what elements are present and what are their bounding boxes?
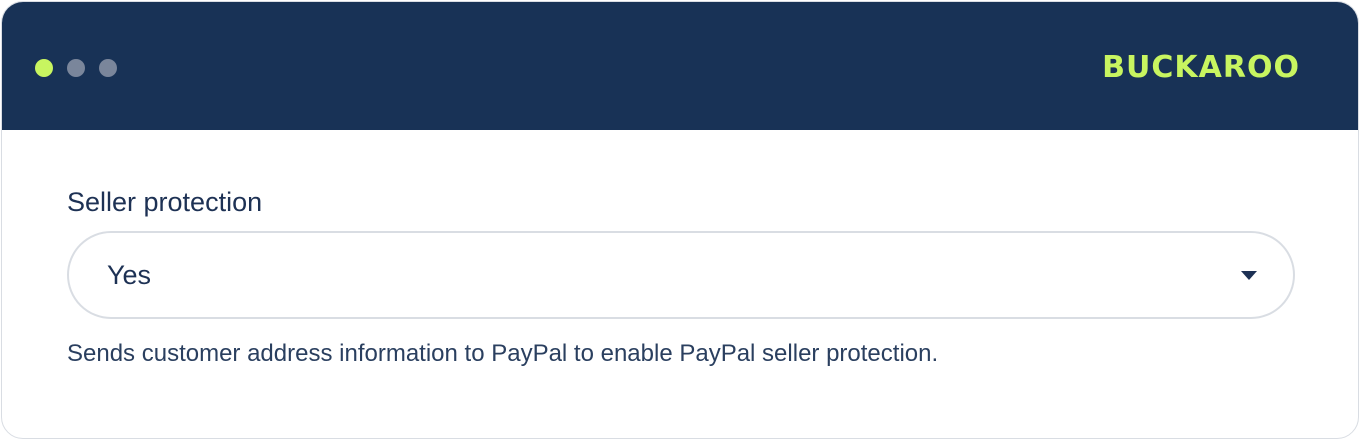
buckaroo-logo: BUCKAROO <box>1102 50 1300 85</box>
window-dot-active[interactable] <box>35 59 53 77</box>
caret-down-icon[interactable] <box>1241 271 1257 280</box>
settings-window: BUCKAROO Seller protection Yes Sends cus… <box>1 1 1359 439</box>
window-dot-inactive[interactable] <box>99 59 117 77</box>
title-bar: BUCKAROO <box>2 2 1358 130</box>
form-content: Seller protection Yes Sends customer add… <box>2 130 1358 438</box>
seller-protection-select[interactable]: Yes <box>67 231 1295 319</box>
selected-value: Yes <box>107 260 152 290</box>
window-dot-inactive[interactable] <box>67 59 85 77</box>
seller-protection-label: Seller protection <box>67 187 263 217</box>
help-text: Sends customer address information to Pa… <box>67 340 939 367</box>
